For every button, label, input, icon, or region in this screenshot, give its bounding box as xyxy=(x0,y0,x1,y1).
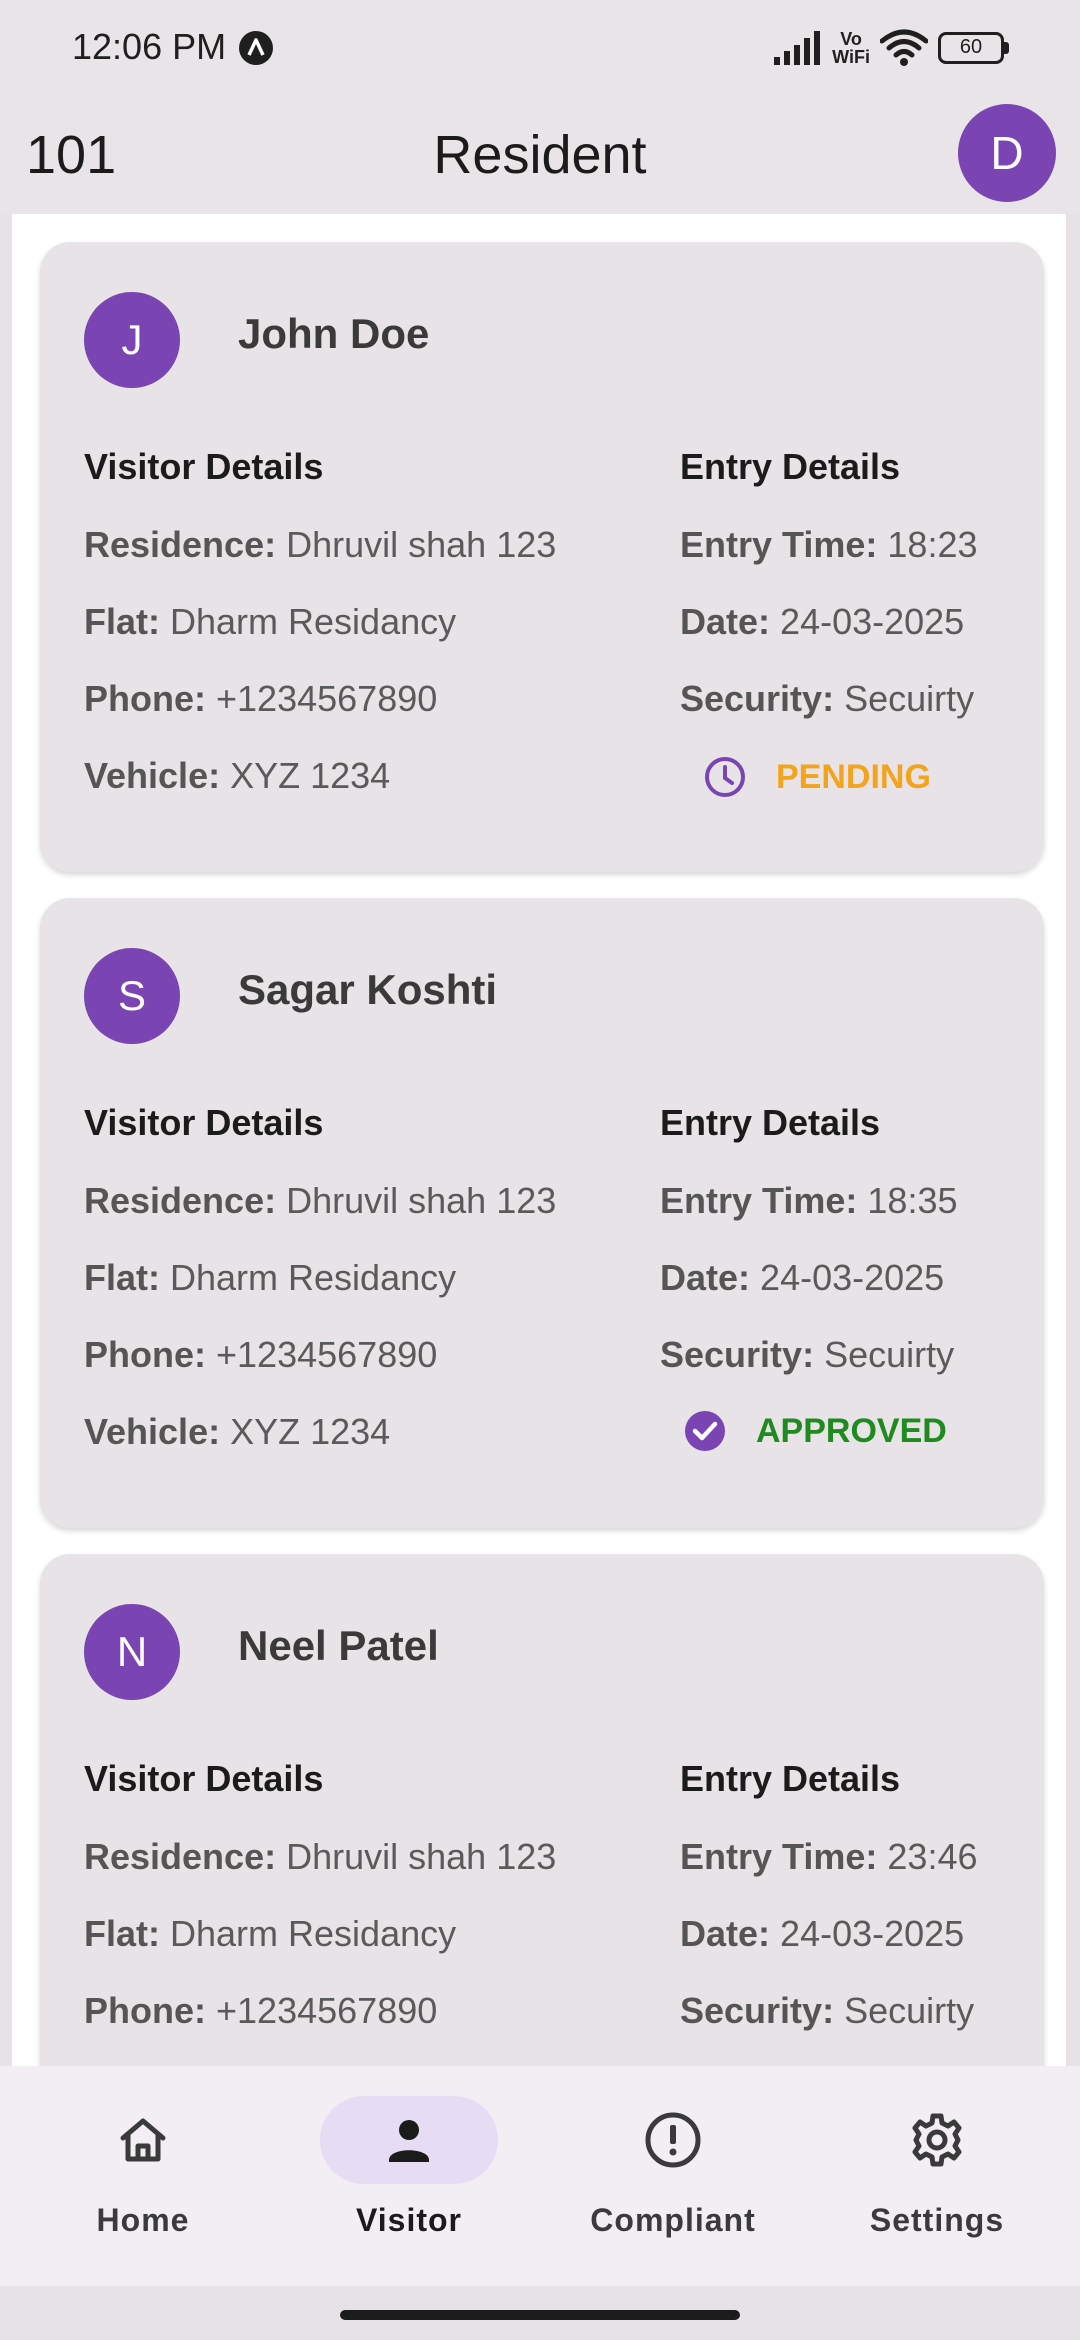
date-field: Date: 24-03-2025 xyxy=(680,1913,965,1954)
vowifi-icon: Vo WiFi xyxy=(832,29,870,67)
entry-details-heading: Entry Details xyxy=(680,446,901,487)
alert-circle-icon xyxy=(645,2112,701,2168)
person-icon xyxy=(389,2120,429,2162)
check-circle-icon xyxy=(685,1411,725,1451)
nav-pill xyxy=(848,2096,1026,2184)
residence-field: Residence: Dhruvil shah 123 xyxy=(84,1836,557,1877)
profile-avatar[interactable]: D xyxy=(958,104,1056,202)
flat-field: Flat: Dharm Residancy xyxy=(84,1913,457,1954)
page-title: Resident xyxy=(433,125,647,185)
visitor-card[interactable]: S Sagar Koshti Visitor Details Residence… xyxy=(40,898,1044,1528)
nav-pill xyxy=(54,2096,232,2184)
status-text: APPROVED xyxy=(756,1411,947,1450)
visitor-avatar: N xyxy=(84,1604,180,1700)
home-indicator[interactable] xyxy=(340,2310,740,2320)
visitor-card[interactable]: J John Doe Visitor Details Residence: Dh… xyxy=(40,242,1044,872)
nav-pill xyxy=(584,2096,762,2184)
nav-label: Home xyxy=(96,2202,190,2238)
nav-label: Visitor xyxy=(356,2202,462,2238)
gear-icon xyxy=(912,2113,962,2167)
nav-item-settings[interactable]: Settings xyxy=(802,2096,1072,2266)
security-field: Security: Secuirty xyxy=(680,1990,975,2031)
phone-field: Phone: +1234567890 xyxy=(84,678,438,719)
phone-field: Phone: +1234567890 xyxy=(84,1334,438,1375)
battery-icon: 60 xyxy=(938,32,1010,64)
visitor-card[interactable]: N Neel Patel Visitor Details Residence: … xyxy=(40,1554,1044,2066)
entry-details-heading: Entry Details xyxy=(680,1758,901,1799)
residence-field: Residence: Dhruvil shah 123 xyxy=(84,1180,557,1221)
status-bar: 12:06 PM Vo WiFi 60 xyxy=(0,0,1080,96)
nav-item-compliant[interactable]: Compliant xyxy=(538,2096,808,2266)
security-field: Security: Secuirty xyxy=(680,678,975,719)
phone-field: Phone: +1234567890 xyxy=(84,1990,438,2031)
status-time: 12:06 PM xyxy=(72,26,227,67)
visitor-name: Sagar Koshti xyxy=(238,966,498,1013)
flat-field: Flat: Dharm Residancy xyxy=(84,601,457,642)
nav-label: Settings xyxy=(869,2202,1005,2238)
home-icon xyxy=(120,2118,166,2162)
date-field: Date: 24-03-2025 xyxy=(660,1257,945,1298)
nav-item-home[interactable]: Home xyxy=(8,2096,278,2266)
status-badge: APPROVED xyxy=(684,1410,947,1452)
nav-pill-active xyxy=(320,2096,498,2184)
vehicle-field: Vehicle: XYZ 1234 xyxy=(84,755,391,796)
visitor-avatar: J xyxy=(84,292,180,388)
wifi-icon xyxy=(880,29,928,66)
visitor-avatar: S xyxy=(84,948,180,1044)
auto-sync-icon xyxy=(239,31,273,65)
visitor-details-heading: Visitor Details xyxy=(84,1758,324,1799)
bottom-navigation: Home Visitor Compliant Settings xyxy=(0,2066,1080,2286)
entry-time-field: Entry Time: 18:23 xyxy=(680,524,978,565)
battery-level: 60 xyxy=(959,36,983,58)
signal-icon xyxy=(774,31,821,65)
security-field: Security: Secuirty xyxy=(660,1334,955,1375)
app-frame: 12:06 PM Vo WiFi 60 101 Resident D J Joh… xyxy=(0,0,1080,2340)
date-field: Date: 24-03-2025 xyxy=(680,601,965,642)
visitor-name: John Doe xyxy=(238,310,430,357)
status-text: PENDING xyxy=(776,757,931,796)
entry-details-heading: Entry Details xyxy=(660,1102,881,1143)
residence-field: Residence: Dhruvil shah 123 xyxy=(84,524,557,565)
nav-item-visitor[interactable]: Visitor xyxy=(274,2096,544,2266)
status-badge: PENDING xyxy=(704,756,931,798)
flat-field: Flat: Dharm Residancy xyxy=(84,1257,457,1298)
visitor-details-heading: Visitor Details xyxy=(84,446,324,487)
visitor-details-heading: Visitor Details xyxy=(84,1102,324,1143)
visitor-name: Neel Patel xyxy=(238,1622,439,1669)
entry-time-field: Entry Time: 18:35 xyxy=(660,1180,958,1221)
vehicle-field: Vehicle: XYZ 1234 xyxy=(84,1411,391,1452)
visitor-list[interactable]: J John Doe Visitor Details Residence: Dh… xyxy=(12,214,1066,2066)
nav-label: Compliant xyxy=(590,2202,756,2238)
entry-time-field: Entry Time: 23:46 xyxy=(680,1836,978,1877)
app-bar: 101 Resident D xyxy=(0,96,1080,214)
clock-icon xyxy=(705,757,745,797)
status-icons: Vo WiFi 60 xyxy=(772,24,1010,72)
